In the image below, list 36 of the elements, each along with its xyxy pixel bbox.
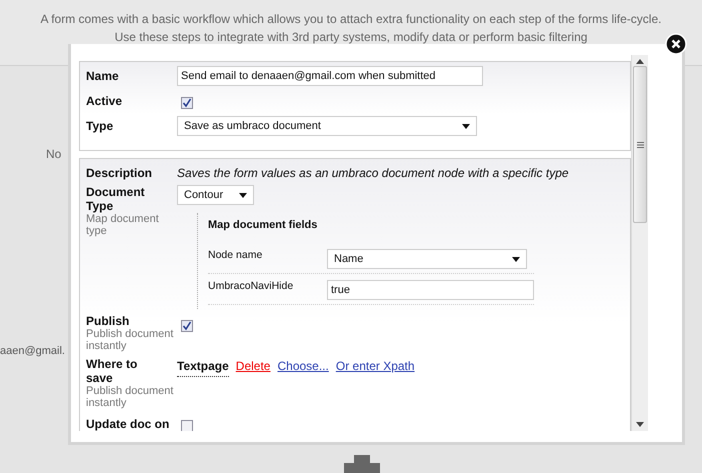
action-link[interactable]: Delete [236,359,270,377]
active-checkbox[interactable] [181,97,193,109]
field-label: Active [86,93,124,108]
node-name-text: Textpage [177,359,229,377]
scrollbar[interactable] [631,55,648,431]
update-checkbox[interactable] [181,420,193,431]
intro-text: Use these steps to integrate with 3rd party systems, modify data or perform basic filtering [114,29,588,46]
field-label: Document Type [86,185,146,213]
mapping-title: Map document fields [208,219,318,231]
background-text: aaen@gmail. [0,345,65,357]
action-link[interactable]: Choose... [277,359,329,377]
field-label: Where to save [86,357,138,385]
field-label: Node name [208,249,264,261]
name-field[interactable]: Send email to denaaen@gmail.com when submitted [177,66,483,86]
field-label: Description [86,165,154,180]
intro-text: A form comes with a basic workflow which allows you to attach extra functionality on each step of the forms life-cycle. [40,11,662,28]
scroll-up-arrow-icon[interactable] [636,59,644,64]
field-label: Name [86,68,120,83]
field-label: Type [86,118,114,133]
field-hint: Publish document instantly [86,328,174,352]
field-label: UmbracoNaviHide [208,280,294,292]
description-text: Saves the form values as an umbraco document node with a specific type [177,165,569,180]
field-hint: Map document type [86,213,160,237]
type-dropdown[interactable]: Save as umbraco document [177,116,477,136]
down-arrow-icon [344,455,380,473]
field-label: Publish [86,314,130,328]
scrollbar-thumb[interactable] [633,66,647,223]
navi-hide-field[interactable]: true [327,280,534,300]
document-type-dropdown[interactable]: Contour [177,185,254,205]
action-link[interactable]: Or enter Xpath [336,359,415,377]
scroll-down-arrow-icon[interactable] [636,422,644,427]
node-name-dropdown[interactable]: Name [327,249,527,269]
field-label: Update doc on [86,416,170,431]
field-hint: Publish document instantly [86,385,174,409]
publish-checkbox[interactable] [181,320,193,332]
background-text: No [46,147,62,161]
